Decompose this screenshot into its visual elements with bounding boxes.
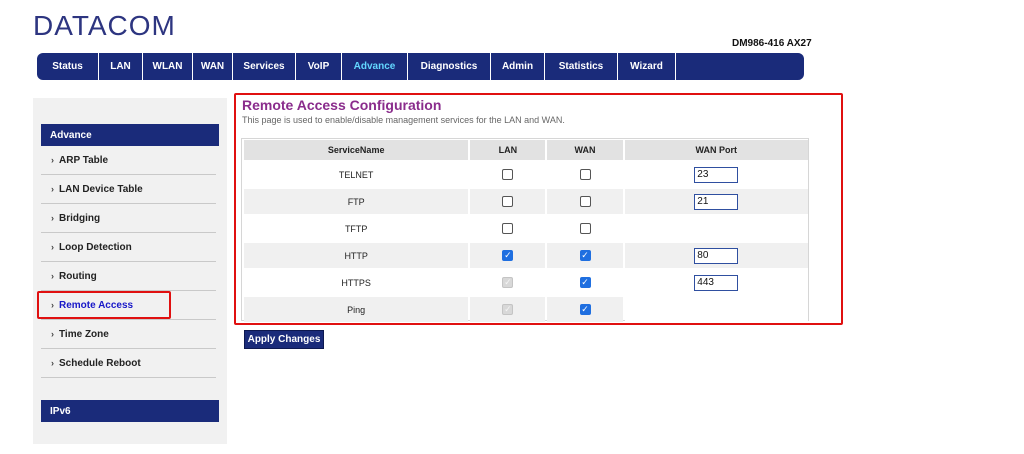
tab-advance[interactable]: Advance (342, 53, 408, 80)
service-name: Ping (244, 297, 469, 322)
wan-port-cell: 23 (624, 162, 808, 187)
remote-access-table: ServiceName LAN WAN WAN Port TELNET 23 FTP… (241, 138, 809, 322)
tab-services[interactable]: Services (233, 53, 296, 80)
table-row: FTP 21 (244, 189, 808, 214)
lan-cell: ✓ (470, 297, 546, 322)
wan-checkbox[interactable]: ✓ (579, 277, 591, 288)
lan-cell: ✓ (470, 270, 546, 295)
wan-checkbox[interactable] (579, 169, 591, 180)
lan-cell (470, 162, 546, 187)
sidebar-item-label: ARP Table (59, 154, 109, 166)
tab-wlan[interactable]: WLAN (143, 53, 193, 80)
lan-checkbox[interactable] (502, 169, 514, 180)
chevron-right-icon: › (51, 242, 54, 252)
wan-cell: ✓ (547, 243, 623, 268)
service-name: FTP (244, 189, 469, 214)
wan-cell (547, 189, 623, 214)
remote-access-highlight (37, 291, 171, 319)
sidebar: Advance › ARP Table › LAN Device Table › Brid… (33, 98, 227, 444)
wan-checkbox[interactable]: ✓ (579, 304, 591, 315)
column-header-wan: WAN (547, 140, 623, 160)
wan-cell: ✓ (547, 297, 623, 322)
wan-cell: ✓ (547, 270, 623, 295)
chevron-right-icon: › (51, 358, 54, 368)
sidebar-item-label: Routing (59, 270, 97, 282)
service-name: HTTPS (244, 270, 469, 295)
wan-port-cell (624, 297, 808, 322)
lan-cell (470, 189, 546, 214)
wan-checkbox[interactable]: ✓ (579, 250, 591, 261)
datacom-logo: DATACOM (33, 10, 176, 41)
chevron-right-icon: › (51, 213, 54, 223)
wan-checkbox[interactable] (579, 196, 591, 207)
page-title: Remote Access Configuration (242, 97, 442, 113)
tab-diagnostics[interactable]: Diagnostics (408, 53, 491, 80)
chevron-right-icon: › (51, 184, 54, 194)
tab-statistics[interactable]: Statistics (545, 53, 618, 80)
sidebar-item-schedule-reboot[interactable]: › Schedule Reboot (41, 349, 216, 378)
table-row: TELNET 23 (244, 162, 808, 187)
wan-port-cell: 443 (624, 270, 808, 295)
nav-filler (676, 53, 802, 80)
wan-checkbox[interactable] (579, 223, 591, 234)
page-description: This page is used to enable/disable mana… (242, 115, 565, 125)
column-header-servicename: ServiceName (244, 140, 469, 160)
lan-cell (470, 216, 546, 241)
chevron-right-icon: › (51, 271, 54, 281)
sidebar-item-bridging[interactable]: › Bridging (41, 204, 216, 233)
tab-voip[interactable]: VoIP (296, 53, 342, 80)
sidebar-item-label: Time Zone (59, 328, 109, 340)
sidebar-header-ipv6[interactable]: IPv6 (41, 400, 219, 422)
sidebar-item-time-zone[interactable]: › Time Zone (41, 320, 216, 349)
sidebar-item-lan-device-table[interactable]: › LAN Device Table (41, 175, 216, 204)
table-header: ServiceName LAN WAN WAN Port (244, 140, 808, 160)
sidebar-item-routing[interactable]: › Routing (41, 262, 216, 291)
tab-admin[interactable]: Admin (491, 53, 545, 80)
column-header-lan: LAN (470, 140, 546, 160)
wan-port-cell: 80 (624, 243, 808, 268)
device-model: DM986-416 AX27 (732, 38, 812, 49)
wan-port-input[interactable]: 443 (694, 274, 739, 291)
table-row: TFTP (244, 216, 808, 241)
wan-cell (547, 216, 623, 241)
lan-cell: ✓ (470, 243, 546, 268)
sidebar-item-label: LAN Device Table (59, 183, 143, 195)
sidebar-item-label: Loop Detection (59, 241, 132, 253)
lan-checkbox[interactable] (502, 223, 514, 234)
wan-port-input[interactable]: 80 (694, 247, 739, 264)
sidebar-item-label: Schedule Reboot (59, 357, 141, 369)
apply-changes-button[interactable]: Apply Changes (244, 330, 324, 349)
lan-checkbox[interactable]: ✓ (502, 250, 514, 261)
wan-port-input[interactable]: 21 (694, 193, 739, 210)
sidebar-item-label: Bridging (59, 212, 101, 224)
column-header-wan-port: WAN Port (624, 140, 808, 160)
sidebar-item-arp-table[interactable]: › ARP Table (41, 146, 216, 175)
service-name: HTTP (244, 243, 469, 268)
tab-wan[interactable]: WAN (193, 53, 233, 80)
lan-checkbox: ✓ (502, 304, 514, 315)
tab-status[interactable]: Status (37, 53, 99, 80)
service-name: TFTP (244, 216, 469, 241)
tab-wizard[interactable]: Wizard (618, 53, 676, 80)
wan-port-input[interactable]: 23 (694, 166, 739, 183)
sidebar-header-advance[interactable]: Advance (41, 124, 219, 146)
top-navigation: Status LAN WLAN WAN Services VoIP Advance Diagn… (37, 53, 804, 80)
chevron-right-icon: › (51, 329, 54, 339)
wan-cell (547, 162, 623, 187)
lan-checkbox: ✓ (502, 277, 514, 288)
tab-lan[interactable]: LAN (99, 53, 143, 80)
table-row: HTTP ✓ ✓ 80 (244, 243, 808, 268)
chevron-right-icon: › (51, 155, 54, 165)
wan-port-cell (624, 216, 808, 241)
sidebar-item-loop-detection[interactable]: › Loop Detection (41, 233, 216, 262)
lan-checkbox[interactable] (502, 196, 514, 207)
table-row: Ping ✓ ✓ (244, 297, 808, 322)
service-name: TELNET (244, 162, 469, 187)
wan-port-cell: 21 (624, 189, 808, 214)
table-row: HTTPS ✓ ✓ 443 (244, 270, 808, 295)
